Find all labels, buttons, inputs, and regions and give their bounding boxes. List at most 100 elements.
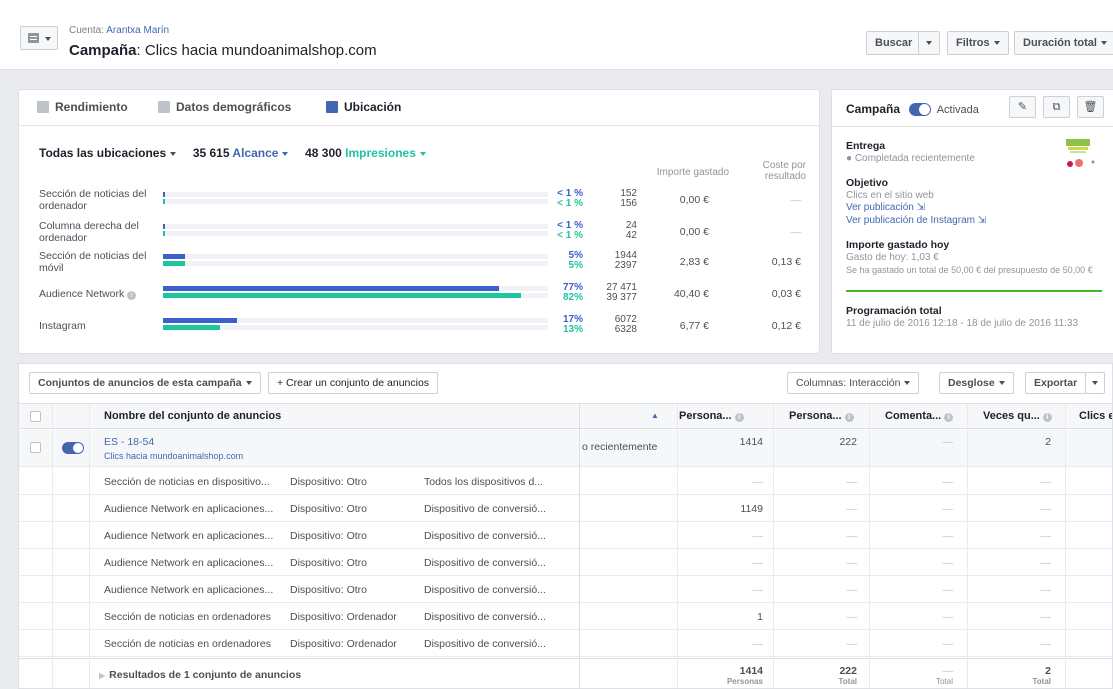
columns-dropdown[interactable]: Columnas: Interacción [787,372,920,394]
table-row[interactable]: Audience Network en aplicaciones... Dispo… [19,549,1112,576]
col-times-header[interactable]: Veces qu... i [983,410,1052,422]
campaign-toggle[interactable] [909,103,932,116]
spend-today-label: Importe gastado hoy [846,239,950,251]
pencil-icon: ✎ [1017,101,1028,113]
campaign-icon [28,33,39,43]
create-adset-button[interactable]: + Crear un conjunto de anuncios [268,372,439,394]
delete-button[interactable]: 🗑 [1077,96,1104,118]
chevron-down-icon [282,151,289,156]
tab-demographics[interactable]: Datos demográficos [158,100,291,114]
metric-col4: — [1040,476,1052,488]
breakdown-placement: Sección de noticias en ordenadores [104,611,271,623]
metric-col3: — [942,557,954,569]
view-post-link[interactable]: Ver publicación ⇲ [846,202,925,213]
impressions-count: 2397 [614,260,637,271]
metric-col3: — [942,503,954,515]
placements-dropdown[interactable]: Todas las ubicaciones [39,146,177,160]
impressions-dropdown[interactable]: Impresiones [345,146,426,160]
ad-thumbnail[interactable] [1060,136,1096,170]
side-title: Campaña Activada [846,102,979,116]
reach-bar-track [163,286,548,291]
breakdown-placement: Sección de noticias en ordenadores [104,638,271,650]
col-cost-line1: Coste por [762,160,806,171]
impressions-bar [163,325,220,330]
breakdown-conversion-device: Dispositivo de conversió... [424,530,546,542]
account-link[interactable]: Arantxa Marín [106,25,169,36]
export-button[interactable]: Exportar [1025,372,1087,394]
col-spend-header: Importe gastado [656,167,729,178]
view-instagram-post-link[interactable]: Ver publicación de Instagram ⇲ [846,215,986,226]
adset-row[interactable]: ES - 18-54 Clics hacia mundoanimalshop.c… [19,430,1112,467]
placement-cost: 0,03 € [771,288,801,300]
impressions-count: 6328 [614,324,637,335]
adset-name-link[interactable]: ES - 18-54 [104,436,154,448]
metric-col3: — [942,611,954,623]
placement-spend: 40,40 € [673,288,709,300]
impressions-bar [163,231,165,236]
breakdown-dropdown[interactable]: Desglose [939,372,1014,394]
tab-performance[interactable]: Rendimiento [37,100,128,114]
reach-bar-track [163,254,548,259]
search-button[interactable]: Buscar [866,31,922,55]
spend-today-value: Gasto de hoy: 1,03 € [846,252,939,263]
table-row[interactable]: Sección de noticias en ordenadores Dispos… [19,630,1112,657]
table-row[interactable]: Audience Network en aplicaciones... Dispo… [19,522,1112,549]
impressions-bar-track [163,261,548,266]
row-checkbox[interactable] [30,442,41,453]
filters-button[interactable]: Filtros [947,31,1009,55]
adset-toggle[interactable] [62,442,84,454]
schedule-value: 11 de julio de 2016 12:18 - 18 de julio … [846,318,1079,329]
col-name-header[interactable]: Nombre del conjunto de anuncios [104,410,281,422]
footer-col4: 2 Total [983,665,1051,686]
placement-label: Audience Network i [39,288,159,300]
delivery-value: ● Completada recientemente [846,153,975,164]
table-row[interactable]: Sección de noticias en dispositivo... Dis… [19,468,1112,495]
footer-col1-sub: Personas [726,677,763,686]
impressions-bar [163,261,185,266]
bar-chart-icon [37,101,49,113]
col-comments-header[interactable]: Comenta... i [885,410,954,422]
placement-label: Sección de noticias del ordenador [39,188,159,212]
breakdown-conversion-device: Dispositivo de conversió... [424,611,546,623]
info-icon: i [1042,413,1052,422]
search-dropdown-button[interactable] [918,31,940,55]
impressions-value: 48 300 [305,146,342,160]
breakdown-conversion-device: Dispositivo de conversió... [424,503,546,515]
grid-line [89,404,90,688]
sort-asc-icon[interactable]: ▲ [651,411,659,420]
footer-col2-value: 222 [839,665,857,677]
placement-label-text: Audience Network [39,288,125,300]
edit-button[interactable]: ✎ [1009,96,1036,118]
campaign-menu-button[interactable] [20,26,58,50]
reach-bar-track [163,224,548,229]
reach-dropdown[interactable]: Alcance [232,146,289,160]
duration-button[interactable]: Duración total [1014,31,1113,55]
table-row[interactable]: Audience Network en aplicaciones... Dispo… [19,495,1112,522]
adset-subtitle: Clics hacia mundoanimalshop.com [104,451,244,461]
metric-col2: — [846,638,858,650]
impressions-percent: < 1 % [557,230,583,241]
results-summary[interactable]: ▶ Resultados de 1 conjunto de anuncios [99,669,301,681]
metric-col1: — [752,476,764,488]
col-people-1-header[interactable]: Persona... i [679,410,744,422]
col-people-2-header[interactable]: Persona... i [789,410,854,422]
impressions-percent: 5% [568,260,583,271]
duplicate-button[interactable]: ⧉ [1043,96,1070,118]
placement-spend: 0,00 € [679,194,709,206]
metric-col4: — [1040,503,1052,515]
select-all-checkbox[interactable] [30,411,41,422]
table-row[interactable]: Sección de noticias en ordenadores Dispos… [19,603,1112,630]
adset-col1: 1414 [739,436,763,448]
adsets-dropdown[interactable]: Conjuntos de anuncios de esta campaña [29,372,261,394]
placement-percent: 5% 5% [549,251,583,271]
metric-col1: — [752,530,764,542]
metric-col2: — [846,584,858,596]
col-clicks-header[interactable]: Clics e [1079,410,1112,422]
export-dropdown-button[interactable] [1085,372,1105,394]
placement-percent: < 1 % < 1 % [549,189,583,209]
info-icon[interactable]: i [127,291,137,300]
table-row[interactable]: Audience Network en aplicaciones... Dispo… [19,576,1112,603]
footer-col3-sub: Total [936,677,953,686]
side-divider [832,126,1113,127]
tab-placement[interactable]: Ubicación [326,100,401,114]
